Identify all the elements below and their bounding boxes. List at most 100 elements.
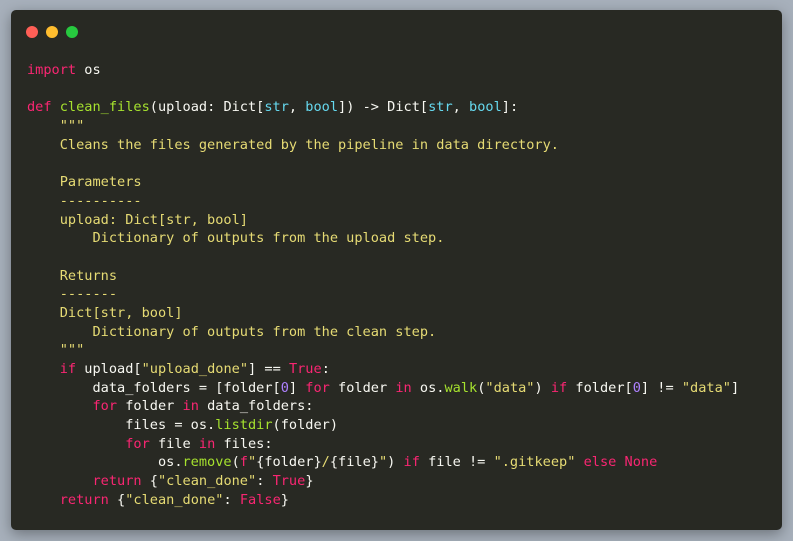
code-token: 0 bbox=[632, 379, 641, 396]
code-token: def bbox=[27, 99, 52, 116]
maximize-button[interactable] bbox=[66, 26, 78, 38]
code-token: ".gitkeep" bbox=[493, 454, 576, 471]
code-token: folder bbox=[117, 398, 183, 415]
code-line: os.remove(f"{folder}/{file}") if file !=… bbox=[27, 453, 739, 472]
code-token: " bbox=[247, 454, 257, 471]
code-token: import bbox=[27, 62, 77, 78]
code-token: None bbox=[624, 454, 658, 471]
code-token: folder[ bbox=[567, 379, 633, 396]
code-token: os bbox=[76, 62, 101, 78]
code-line: """ bbox=[27, 341, 739, 360]
code-token: for bbox=[305, 379, 330, 396]
code-line: for folder in data_folders: bbox=[27, 397, 739, 416]
code-line: ---------- bbox=[27, 192, 739, 211]
code-token: """ bbox=[27, 118, 85, 135]
code-token: upload[ bbox=[76, 361, 142, 377]
code-token: True bbox=[272, 473, 306, 490]
code-token: { bbox=[141, 473, 158, 490]
code-token: / bbox=[321, 454, 330, 471]
minimize-button[interactable] bbox=[46, 26, 58, 38]
code-token: (folder) bbox=[272, 417, 339, 434]
code-token: Parameters bbox=[27, 174, 142, 191]
code-line: Dictionary of outputs from the upload st… bbox=[27, 229, 739, 248]
code-token: return bbox=[92, 473, 142, 490]
code-token: bool bbox=[469, 99, 502, 116]
code-token: file bbox=[149, 435, 199, 452]
code-token: False bbox=[239, 491, 281, 508]
code-token: "data" bbox=[485, 379, 535, 396]
code-token: "clean_done" bbox=[157, 473, 257, 490]
code-token: , bbox=[452, 99, 470, 116]
code-line: Dict[str, bool] bbox=[27, 304, 739, 323]
code-token: ]: bbox=[501, 99, 519, 116]
code-line: if upload["upload_done"] == True: bbox=[27, 360, 739, 379]
code-line: return {"clean_done": True} bbox=[27, 472, 739, 491]
code-token: True bbox=[288, 361, 322, 377]
code-token: upload: Dict[str, bool] bbox=[27, 211, 248, 228]
code-block: import os def clean_files(upload: Dict[s… bbox=[27, 61, 739, 510]
code-token: ] != bbox=[640, 379, 682, 396]
window-controls bbox=[26, 26, 78, 38]
code-line: def clean_files(upload: Dict[str, bool])… bbox=[27, 98, 739, 117]
code-token: " bbox=[378, 454, 388, 471]
code-token: """ bbox=[27, 342, 85, 359]
code-token: if bbox=[403, 454, 420, 471]
code-token: {file} bbox=[329, 454, 379, 471]
code-token: str bbox=[428, 99, 453, 116]
code-line: upload: Dict[str, bool] bbox=[27, 211, 739, 230]
code-token: Returns bbox=[27, 267, 118, 284]
code-line: Cleans the files generated by the pipeli… bbox=[27, 136, 739, 155]
code-token: } bbox=[280, 491, 289, 508]
code-token: Dictionary of outputs from the clean ste… bbox=[27, 323, 437, 340]
code-token: listdir bbox=[215, 417, 273, 434]
code-token: : bbox=[321, 361, 330, 377]
code-token: ] bbox=[730, 379, 740, 396]
code-token: ] == bbox=[248, 361, 289, 377]
code-token: file != bbox=[419, 454, 494, 471]
code-token: , bbox=[288, 99, 306, 116]
code-token: Dictionary of outputs from the upload st… bbox=[27, 230, 445, 247]
code-token: data_folders = [folder[ bbox=[27, 379, 281, 396]
code-token: in bbox=[395, 379, 412, 396]
code-token: os. bbox=[27, 454, 183, 471]
code-token: { bbox=[108, 491, 126, 508]
code-token: folder bbox=[329, 379, 396, 396]
code-token: clean_files bbox=[59, 99, 150, 116]
code-line: return {"clean_done": False} bbox=[27, 491, 739, 510]
code-token: remove bbox=[182, 454, 232, 471]
code-token: "clean_done" bbox=[125, 491, 224, 508]
code-line: """ bbox=[27, 117, 739, 136]
code-token: data_folders: bbox=[198, 398, 314, 415]
code-token: ) bbox=[534, 379, 551, 396]
code-token: ] bbox=[288, 379, 306, 396]
code-token: return bbox=[59, 491, 109, 508]
code-token: bool bbox=[305, 99, 339, 116]
code-token: str bbox=[264, 99, 289, 116]
code-token: in bbox=[182, 398, 199, 415]
close-button[interactable] bbox=[26, 26, 38, 38]
code-token: ) bbox=[387, 454, 404, 471]
code-line: Parameters bbox=[27, 173, 739, 192]
code-token: if bbox=[59, 361, 77, 377]
code-token: os. bbox=[411, 379, 445, 396]
code-token: else bbox=[583, 454, 617, 471]
code-token: } bbox=[305, 473, 314, 490]
code-line: files = os.listdir(folder) bbox=[27, 416, 739, 435]
code-token: f bbox=[239, 454, 248, 471]
code-window: import os def clean_files(upload: Dict[s… bbox=[11, 10, 782, 530]
code-token: 0 bbox=[280, 379, 289, 396]
code-token: : bbox=[223, 491, 240, 508]
code-token: ]) -> Dict[ bbox=[338, 99, 429, 116]
code-token: files: bbox=[215, 435, 273, 452]
code-line: Dictionary of outputs from the clean ste… bbox=[27, 323, 739, 342]
code-line: import os bbox=[27, 61, 739, 80]
code-line: ------- bbox=[27, 285, 739, 304]
code-line: for file in files: bbox=[27, 435, 739, 454]
code-token: (upload: Dict[ bbox=[149, 99, 265, 116]
